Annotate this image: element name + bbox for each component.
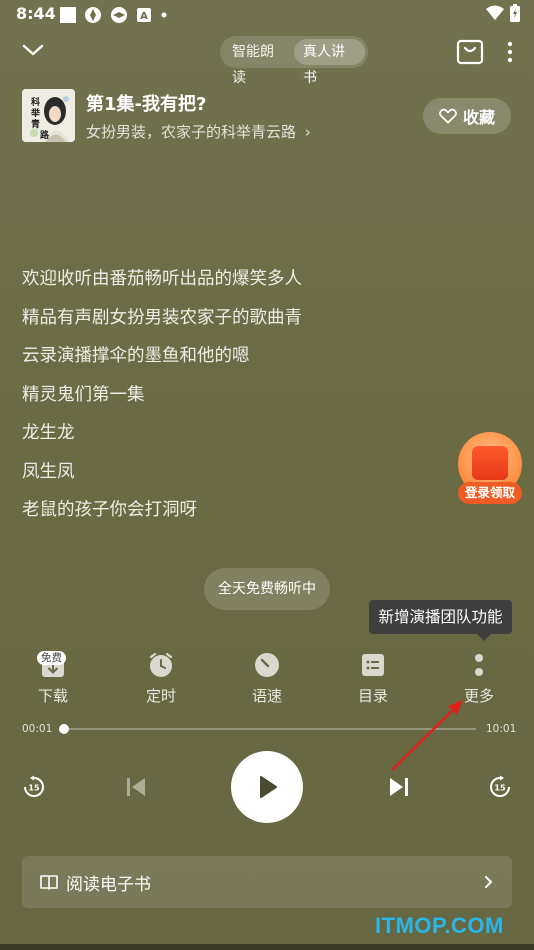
play-button[interactable]: [231, 751, 303, 823]
book-cover[interactable]: 科 举 青 路: [22, 89, 75, 142]
book-subtitle-link[interactable]: 女扮男装，农家子的科举青云路 ›: [86, 121, 311, 142]
free-listening-badge: 全天免费畅听中: [204, 568, 330, 610]
free-badge: 免费: [37, 651, 66, 665]
svg-text:A: A: [140, 11, 148, 22]
heart-icon: [439, 108, 457, 124]
rewind-15-button[interactable]: 15: [22, 775, 46, 799]
status-time: 8:44: [16, 4, 56, 23]
more-button[interactable]: 更多: [444, 650, 514, 706]
current-time: 00:01: [22, 723, 53, 735]
notification-flower-icon-2: [111, 7, 127, 23]
skip-next-icon: [390, 778, 408, 796]
red-envelope-icon: [472, 446, 508, 480]
fast-forward-icon: 15: [490, 775, 510, 797]
alarm-clock-icon: [149, 652, 173, 677]
timer-button[interactable]: 定时: [126, 650, 196, 706]
wifi-icon: [486, 5, 504, 20]
tooltip-arrow: [477, 634, 491, 641]
chevron-right-icon: [485, 876, 493, 888]
svg-text:举: 举: [30, 107, 41, 119]
notification-flower-icon: [85, 7, 101, 23]
progress-thumb[interactable]: [59, 724, 69, 734]
catalog-icon: [362, 654, 384, 676]
bottom-content-strip: [0, 944, 534, 950]
login-reward-widget[interactable]: 登录领取: [456, 432, 524, 506]
episode-title: 第1集-我有把?: [86, 94, 207, 115]
download-button[interactable]: 下载 免费: [18, 650, 88, 706]
previous-button[interactable]: [124, 775, 148, 799]
battery-icon: [510, 4, 520, 22]
watermark: ITMOP.COM: [375, 913, 504, 938]
lyric-line: 老鼠的孩子你会打洞呀: [22, 500, 197, 520]
forward-15-button[interactable]: 15: [488, 775, 512, 799]
catalog-label: 目录: [357, 687, 388, 705]
skip-previous-icon: [127, 778, 145, 796]
lyrics-panel: 欢迎收听由番茄畅听出品的爆笑多人 精品有声剧女扮男装农家子的歌曲青 云录演播撑伞…: [22, 266, 442, 536]
notification-dot-icon: [161, 12, 167, 18]
notification-square-icon: [60, 7, 76, 23]
tab-smart-reading[interactable]: 智能朗读: [223, 39, 294, 86]
tab-human-narration[interactable]: 真人讲书: [294, 39, 365, 86]
more-vertical-icon: [475, 654, 483, 676]
book-cover-art: 科 举 青 路: [22, 89, 75, 142]
rewind-icon: 15: [24, 775, 44, 797]
lyric-line: 精灵鬼们第一集: [22, 384, 145, 405]
lyric-line: 精品有声剧女扮男装农家子的歌曲青: [22, 307, 302, 328]
more-label: 更多: [463, 687, 494, 705]
book-subtitle: 女扮男装，农家子的科举青云路: [86, 123, 297, 141]
catalog-button[interactable]: 目录: [338, 650, 408, 706]
progress-track[interactable]: [64, 728, 476, 730]
read-ebook-label: 阅读电子书: [66, 874, 151, 895]
rewind-seconds: 15: [28, 784, 40, 793]
speed-label: 语速: [251, 687, 282, 705]
more-menu-icon[interactable]: [504, 40, 516, 64]
chevron-right-icon: ›: [304, 123, 311, 141]
play-icon: [260, 776, 277, 798]
promo-label: 登录领取: [458, 482, 522, 504]
status-system-icons: [486, 4, 520, 22]
favorite-button[interactable]: 收藏: [423, 98, 511, 134]
lyric-line: 云录演播撑伞的墨鱼和他的嗯: [22, 346, 250, 366]
lyric-line: 凤生凤: [22, 461, 75, 482]
status-notification-icons: A: [60, 6, 168, 24]
read-ebook-bar[interactable]: 阅读电子书: [22, 856, 512, 908]
mode-toggle[interactable]: 智能朗读 真人讲书: [220, 36, 368, 86]
timer-label: 定时: [145, 687, 176, 705]
shopping-bag-icon[interactable]: [456, 37, 484, 65]
collapse-chevron-down-icon[interactable]: [22, 42, 44, 58]
forward-seconds: 15: [494, 784, 506, 793]
download-label: 下载: [37, 687, 68, 705]
favorite-label: 收藏: [462, 108, 495, 127]
svg-text:路: 路: [40, 129, 50, 141]
lyric-line: 欢迎收听由番茄畅听出品的爆笑多人: [22, 269, 302, 289]
new-feature-tooltip[interactable]: 新增演播团队功能: [369, 600, 512, 634]
svg-text:青: 青: [31, 118, 40, 130]
speed-button[interactable]: 语速: [232, 650, 302, 706]
total-time: 10:01: [486, 723, 517, 735]
lyric-line: 龙生龙: [22, 423, 75, 443]
svg-text:科: 科: [31, 96, 40, 108]
speed-gauge-icon: [255, 653, 279, 677]
open-book-icon: [40, 875, 58, 890]
notification-a-icon: A: [137, 8, 151, 22]
next-button[interactable]: [387, 775, 411, 799]
